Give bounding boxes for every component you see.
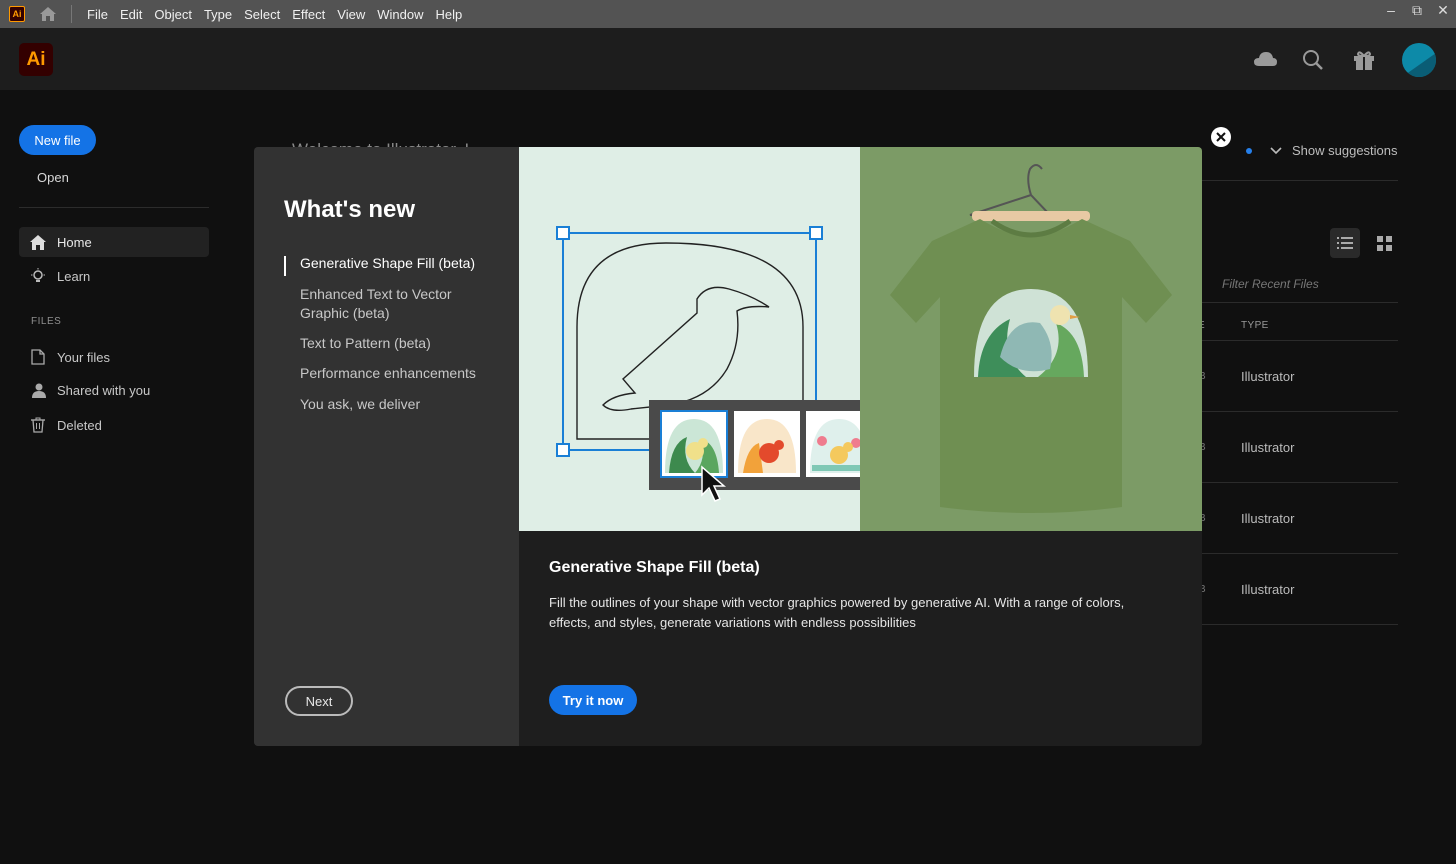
table-row[interactable]: Illustrator bbox=[1241, 582, 1294, 597]
divider bbox=[1202, 624, 1398, 625]
hero-illustration-shape-fill bbox=[519, 147, 885, 531]
menu-view[interactable]: View bbox=[331, 7, 371, 22]
sidebar-item-your-files[interactable]: Your files bbox=[19, 342, 209, 372]
close-icon[interactable] bbox=[1211, 127, 1231, 147]
app-header: Ai bbox=[0, 28, 1456, 90]
files-section-header: FILES bbox=[31, 316, 62, 327]
open-button[interactable]: Open bbox=[37, 170, 69, 185]
menu-window[interactable]: Window bbox=[371, 7, 429, 22]
menu-type[interactable]: Type bbox=[198, 7, 238, 22]
sidebar-divider bbox=[19, 207, 209, 208]
chevron-down-icon bbox=[1270, 143, 1282, 158]
table-row[interactable]: Illustrator bbox=[1241, 440, 1294, 455]
avatar[interactable] bbox=[1402, 43, 1436, 77]
sidebar-item-label: Your files bbox=[57, 349, 110, 365]
restore-icon[interactable]: ⧉ bbox=[1410, 2, 1424, 19]
whats-new-dialog: What's new Generative Shape Fill (beta) … bbox=[254, 147, 1202, 746]
menu-edit[interactable]: Edit bbox=[114, 7, 148, 22]
sidebar-item-learn[interactable]: Learn bbox=[19, 261, 209, 291]
cloud-icon[interactable] bbox=[1252, 47, 1278, 73]
table-row[interactable]: Illustrator bbox=[1241, 369, 1294, 384]
menu-bar: Ai File Edit Object Type Select Effect V… bbox=[0, 0, 1456, 28]
feature-performance-enhancements[interactable]: Performance enhancements bbox=[300, 364, 490, 383]
menu-select[interactable]: Select bbox=[238, 7, 286, 22]
list-view-icon[interactable] bbox=[1330, 228, 1360, 258]
illustrator-logo: Ai bbox=[19, 43, 53, 76]
menu-help[interactable]: Help bbox=[429, 7, 468, 22]
feature-detail: Generative Shape Fill (beta) Fill the ou… bbox=[519, 531, 1202, 746]
sidebar: New file Open Home Learn FILES Your file… bbox=[0, 90, 230, 864]
divider bbox=[1202, 340, 1398, 341]
show-suggestions-toggle[interactable]: Show suggestions bbox=[1246, 143, 1398, 158]
app-icon: Ai bbox=[9, 6, 25, 22]
divider bbox=[1202, 302, 1398, 303]
active-indicator bbox=[284, 256, 286, 276]
divider bbox=[1202, 180, 1398, 181]
feature-enhanced-text-to-vector[interactable]: Enhanced Text to Vector Graphic (beta) bbox=[300, 285, 490, 323]
menu-effect[interactable]: Effect bbox=[286, 7, 331, 22]
notification-dot bbox=[1246, 147, 1252, 154]
try-it-now-button[interactable]: Try it now bbox=[549, 685, 637, 715]
table-row[interactable]: Illustrator bbox=[1241, 511, 1294, 526]
sidebar-item-label: Deleted bbox=[57, 417, 102, 433]
search-icon[interactable] bbox=[1300, 47, 1326, 73]
window-controls: – ⧉ ✕ bbox=[1384, 2, 1450, 19]
filter-recent-files-input[interactable]: Filter Recent Files bbox=[1222, 277, 1319, 291]
grid-view-icon[interactable] bbox=[1369, 228, 1399, 258]
feature-detail-description: Fill the outlines of your shape with vec… bbox=[549, 595, 1125, 630]
people-icon bbox=[30, 382, 46, 398]
divider bbox=[1202, 553, 1398, 554]
new-file-button[interactable]: New file bbox=[19, 125, 96, 155]
sidebar-item-label: Learn bbox=[57, 268, 91, 284]
feature-generative-shape-fill[interactable]: Generative Shape Fill (beta) bbox=[300, 254, 490, 273]
sidebar-item-label: Home bbox=[57, 234, 92, 250]
column-header-type: TYPE bbox=[1241, 320, 1269, 331]
sidebar-item-home[interactable]: Home bbox=[19, 227, 209, 257]
file-icon bbox=[30, 349, 46, 365]
trash-icon bbox=[30, 417, 46, 433]
lightbulb-icon bbox=[30, 268, 46, 284]
sidebar-item-label: Shared with you bbox=[57, 382, 151, 398]
menu-object[interactable]: Object bbox=[148, 7, 198, 22]
menu-file[interactable]: File bbox=[81, 7, 114, 22]
feature-you-ask-we-deliver[interactable]: You ask, we deliver bbox=[300, 395, 490, 414]
dialog-title: What's new bbox=[284, 196, 416, 223]
show-suggestions-label: Show suggestions bbox=[1292, 143, 1398, 158]
sidebar-item-deleted[interactable]: Deleted bbox=[19, 410, 209, 440]
feature-detail-title: Generative Shape Fill (beta) bbox=[549, 559, 760, 576]
menu-separator bbox=[71, 5, 72, 23]
next-button[interactable]: Next bbox=[285, 686, 353, 716]
home-icon[interactable] bbox=[37, 4, 59, 24]
divider bbox=[1202, 411, 1398, 412]
hero-illustration-tshirt bbox=[860, 147, 1202, 531]
minimize-icon[interactable]: – bbox=[1384, 2, 1398, 19]
close-window-icon[interactable]: ✕ bbox=[1436, 2, 1450, 19]
gift-icon[interactable] bbox=[1351, 47, 1377, 73]
home-icon bbox=[30, 234, 46, 250]
feature-text-to-pattern[interactable]: Text to Pattern (beta) bbox=[300, 334, 490, 353]
feature-list-panel: What's new Generative Shape Fill (beta) … bbox=[254, 147, 519, 746]
divider bbox=[1202, 482, 1398, 483]
sidebar-item-shared-with-you[interactable]: Shared with you bbox=[19, 375, 209, 405]
